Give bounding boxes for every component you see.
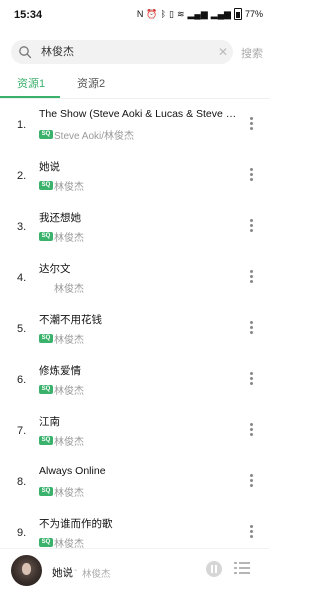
song-number: 3.	[17, 221, 27, 233]
sq-badge: SQ	[39, 180, 53, 190]
pause-button[interactable]	[206, 561, 222, 577]
status-icons: N ⏰ ᛒ ▯ ≋ ▂▄▆ ▂▄▆ 77%	[137, 8, 263, 20]
album-cover[interactable]	[11, 555, 42, 586]
song-item[interactable]: 6. 修炼爱情 SQ 林俊杰	[0, 354, 269, 405]
song-number: 4.	[17, 272, 27, 284]
song-item[interactable]: 7. 江南 SQ 林俊杰	[0, 405, 269, 456]
song-artist: 林俊杰	[54, 334, 84, 346]
tab-source-1[interactable]: 资源1	[17, 75, 45, 91]
song-number: 9.	[17, 527, 27, 539]
song-artist: 林俊杰	[54, 283, 84, 295]
song-subtitle: SQ 林俊杰	[39, 434, 84, 448]
song-item[interactable]: 3. 我还想她 SQ 林俊杰	[0, 201, 269, 252]
player-artist: 林俊杰	[82, 569, 111, 580]
song-subtitle: SQ 林俊杰	[39, 179, 84, 193]
vibrate-icon: ▯	[169, 9, 174, 19]
song-item[interactable]: 1. The Show (Steve Aoki & Lucas & Steve …	[0, 99, 269, 150]
mini-player[interactable]: 她说 - 林俊杰	[0, 548, 269, 601]
clear-icon[interactable]: ✕	[217, 46, 229, 58]
song-title: The Show (Steve Aoki & Lucas & Steve Re.…	[39, 108, 241, 120]
song-subtitle: SQ Steve Aoki/林俊杰	[39, 128, 135, 142]
song-title: 修炼爱情	[39, 365, 81, 377]
song-number: 5.	[17, 323, 27, 335]
song-title: 她说	[39, 161, 60, 173]
song-number: 7.	[17, 425, 27, 437]
more-options-icon[interactable]	[245, 472, 257, 490]
song-artist: 林俊杰	[54, 385, 84, 397]
battery-percent: 77%	[244, 9, 263, 19]
song-number: 8.	[17, 476, 27, 488]
song-number: 6.	[17, 374, 27, 386]
song-title: 江南	[39, 416, 60, 428]
search-box[interactable]: ✕	[11, 40, 233, 64]
player-separator: -	[74, 565, 78, 576]
more-options-icon[interactable]	[245, 523, 257, 541]
status-time: 15:34	[14, 9, 43, 21]
signal-icon: ▂▄▆	[187, 9, 208, 19]
song-subtitle: 林俊杰	[39, 281, 84, 295]
search-input[interactable]	[41, 40, 211, 64]
song-number: 2.	[17, 170, 27, 182]
song-title: 不为谁而作的歌	[39, 518, 113, 530]
status-bar: 15:34 N ⏰ ᛒ ▯ ≋ ▂▄▆ ▂▄▆ 77%	[0, 0, 269, 30]
more-options-icon[interactable]	[245, 268, 257, 286]
song-subtitle: SQ 林俊杰	[39, 536, 84, 550]
song-subtitle: SQ 林俊杰	[39, 230, 84, 244]
nfc-icon: N	[136, 9, 144, 19]
song-item[interactable]: 4. 达尔文 林俊杰	[0, 252, 269, 303]
song-item[interactable]: 2. 她说 SQ 林俊杰	[0, 150, 269, 201]
alarm-icon: ⏰	[146, 9, 158, 19]
sq-badge: SQ	[39, 486, 53, 496]
more-options-icon[interactable]	[245, 370, 257, 388]
source-tabs: 资源1 资源2	[0, 70, 269, 99]
song-subtitle: SQ 林俊杰	[39, 332, 84, 346]
sq-badge: SQ	[39, 231, 53, 241]
sq-badge: SQ	[39, 129, 53, 139]
playlist-icon[interactable]	[234, 561, 250, 575]
bluetooth-icon: ᛒ	[160, 9, 167, 19]
song-title: 不潮不用花钱	[39, 314, 102, 326]
song-artist: 林俊杰	[54, 232, 84, 244]
search-row: ✕ 搜索	[0, 38, 269, 66]
song-subtitle: SQ 林俊杰	[39, 485, 84, 499]
song-artist: Steve Aoki/林俊杰	[54, 130, 135, 142]
wifi-icon: ≋	[176, 9, 185, 19]
song-item[interactable]: 5. 不潮不用花钱 SQ 林俊杰	[0, 303, 269, 354]
song-artist: 林俊杰	[54, 487, 84, 499]
sq-badge: SQ	[39, 384, 53, 394]
song-artist: 林俊杰	[54, 436, 84, 448]
tab-indicator	[0, 96, 60, 98]
song-subtitle: SQ 林俊杰	[39, 383, 84, 397]
signal-icon: ▂▄▆	[210, 9, 231, 19]
player-song-title: 她说	[52, 567, 73, 579]
search-button[interactable]: 搜索	[241, 45, 263, 61]
sq-badge: SQ	[39, 537, 53, 547]
more-options-icon[interactable]	[245, 319, 257, 337]
tab-source-2[interactable]: 资源2	[77, 75, 105, 91]
song-title: Always Online	[39, 465, 106, 477]
song-artist: 林俊杰	[54, 181, 84, 193]
more-options-icon[interactable]	[245, 115, 257, 133]
song-number: 1.	[17, 119, 27, 131]
more-options-icon[interactable]	[245, 421, 257, 439]
song-item[interactable]: 8. Always Online SQ 林俊杰	[0, 456, 269, 507]
song-title: 达尔文	[39, 263, 71, 275]
more-options-icon[interactable]	[245, 166, 257, 184]
search-icon	[19, 46, 32, 59]
more-options-icon[interactable]	[245, 217, 257, 235]
sq-badge: SQ	[39, 435, 53, 445]
sq-badge: SQ	[39, 333, 53, 343]
battery-icon	[233, 8, 242, 20]
song-title: 我还想她	[39, 212, 81, 224]
cover-art	[22, 563, 31, 575]
